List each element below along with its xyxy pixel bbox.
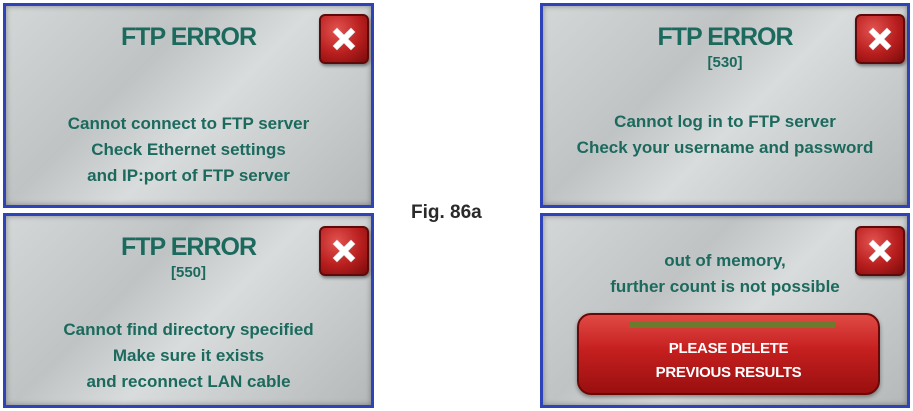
message-line: out of memory, [664,251,786,270]
figure-label: Fig. 86a [411,202,482,223]
ftp-error-dialog-connect: FTP ERROR Cannot connect to FTP server C… [3,3,374,208]
dialog-title: FTP ERROR [121,233,257,261]
ftp-error-dialog-login: FTP ERROR [530] Cannot log in to FTP ser… [540,3,910,208]
dialog-message: Cannot find directory specified Make sur… [6,317,371,395]
message-line: Check your username and password [576,138,874,157]
dialog-message: Cannot log in to FTP server Check your u… [543,109,907,161]
close-x-icon [868,27,892,51]
message-line: Cannot log in to FTP server [614,112,836,131]
message-line: and IP:port of FTP server [87,166,290,185]
message-line: Cannot connect to FTP server [67,114,310,133]
message-line: Make sure it exists [112,346,265,365]
message-line: Cannot find directory specified [63,320,314,339]
button-label-line: PREVIOUS RESULTS [655,364,802,381]
dialog-title: FTP ERROR [657,23,794,51]
memory-progress-fill [629,322,835,328]
button-label-line: PLEASE DELETE [668,340,789,357]
error-code: [530] [707,54,743,71]
close-x-icon [332,239,356,263]
out-of-memory-dialog: out of memory, further count is not poss… [540,213,910,408]
close-button[interactable] [319,226,369,276]
memory-progress-bar [629,322,835,328]
dialog-message: out of memory, further count is not poss… [543,248,907,300]
message-line: and reconnect LAN cable [86,372,291,391]
close-x-icon [332,27,356,51]
message-line: further count is not possible [610,277,840,296]
message-line: Check Ethernet settings [91,140,286,159]
close-button[interactable] [855,14,905,64]
dialog-title: FTP ERROR [121,23,257,51]
dialog-message: Cannot connect to FTP server Check Ether… [6,111,371,189]
ftp-error-dialog-directory: FTP ERROR [550] Cannot find directory sp… [3,213,374,408]
error-code: [550] [170,264,207,281]
close-button[interactable] [319,14,369,64]
delete-button-label: PLEASE DELETE PREVIOUS RESULTS [579,337,878,385]
